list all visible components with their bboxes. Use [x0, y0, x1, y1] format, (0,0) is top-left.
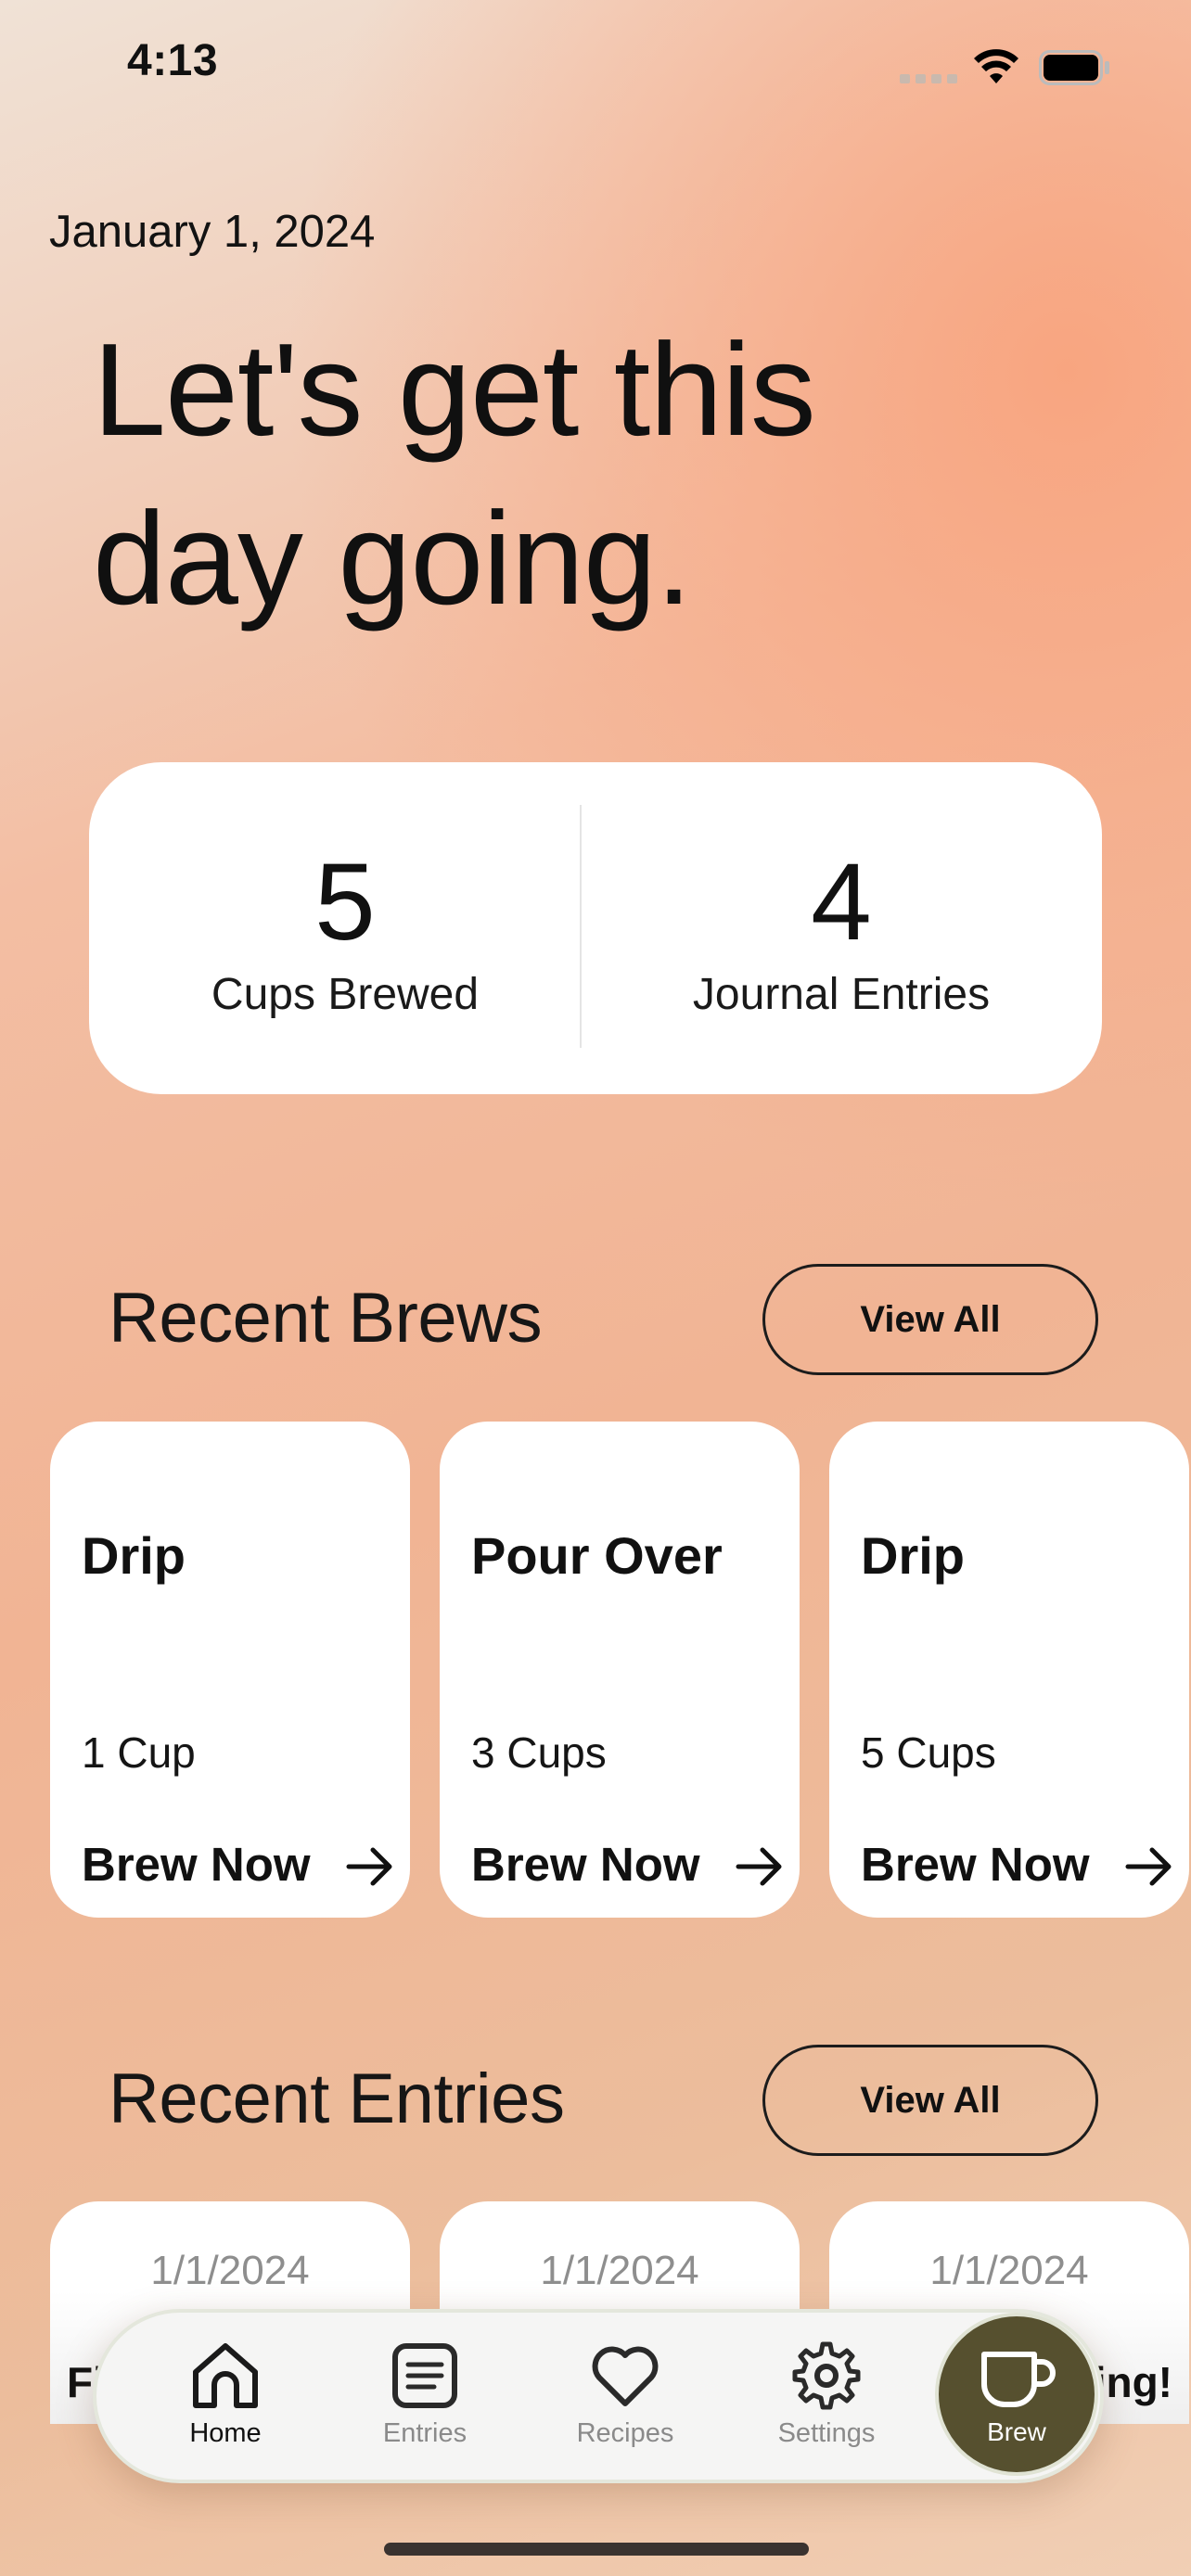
brew-now-button[interactable]: Brew Now: [82, 1837, 311, 1892]
brew-cups: 3 Cups: [471, 1728, 607, 1777]
tab-recipes-label: Recipes: [576, 2418, 674, 2448]
brew-fab-button[interactable]: Brew: [935, 2313, 1098, 2476]
arrow-right-icon: [346, 1847, 392, 1886]
home-icon: [193, 2343, 258, 2408]
tab-home-label: Home: [189, 2418, 262, 2448]
greeting-line-2: day going.: [93, 485, 692, 632]
brews-view-all-button[interactable]: View All: [762, 1264, 1098, 1375]
cups-brewed-label: Cups Brewed: [211, 970, 480, 1019]
journal-entries-count: 4: [811, 841, 872, 963]
entries-view-all-button[interactable]: View All: [762, 2045, 1098, 2156]
entry-title: ing!: [1094, 2358, 1172, 2406]
brew-cups: 1 Cup: [82, 1728, 196, 1777]
cellular-signal-icon: [900, 74, 957, 83]
tab-recipes[interactable]: Recipes: [546, 2337, 704, 2476]
brew-fab-label: Brew: [987, 2417, 1046, 2446]
recent-entries-title: Recent Entries: [109, 2060, 565, 2138]
tab-entries-label: Entries: [382, 2418, 467, 2448]
brew-type: Pour Over: [471, 1526, 723, 1585]
status-time: 4:13: [127, 36, 219, 85]
tab-home[interactable]: Home: [147, 2337, 304, 2476]
entry-date: 1/1/2024: [150, 2248, 310, 2293]
brew-now-button[interactable]: Brew Now: [861, 1837, 1090, 1892]
tab-settings[interactable]: Settings: [748, 2337, 905, 2476]
coffee-cup-icon: [981, 2352, 1056, 2407]
wifi-icon: [974, 49, 1018, 83]
entry-date: 1/1/2024: [540, 2248, 699, 2293]
cups-brewed-count: 5: [314, 841, 376, 963]
battery-icon: [1039, 50, 1109, 85]
gear-icon: [792, 2341, 861, 2410]
greeting-line-1: Let's get this: [93, 316, 816, 464]
brew-card[interactable]: Drip 1 Cup Brew Now: [50, 1422, 410, 1918]
brew-cups: 5 Cups: [861, 1728, 996, 1777]
journal-entries-label: Journal Entries: [692, 970, 991, 1019]
tab-settings-label: Settings: [777, 2418, 876, 2448]
entries-icon: [392, 2343, 457, 2408]
brew-type: Drip: [861, 1526, 965, 1585]
brew-type: Drip: [82, 1526, 186, 1585]
home-indicator: [384, 2543, 809, 2556]
heart-icon: [592, 2346, 659, 2406]
brew-now-button[interactable]: Brew Now: [471, 1837, 700, 1892]
entry-date: 1/1/2024: [929, 2248, 1089, 2293]
arrow-right-icon: [1125, 1847, 1172, 1886]
tab-entries[interactable]: Entries: [346, 2337, 504, 2476]
arrow-right-icon: [736, 1847, 782, 1886]
recent-brews-title: Recent Brews: [109, 1279, 543, 1358]
current-date: January 1, 2024: [49, 207, 376, 257]
brew-card[interactable]: Pour Over 3 Cups Brew Now: [440, 1422, 800, 1918]
brew-card[interactable]: Drip 5 Cups Brew Now: [829, 1422, 1189, 1918]
greeting-headline: Let's get this day going.: [93, 306, 1113, 644]
